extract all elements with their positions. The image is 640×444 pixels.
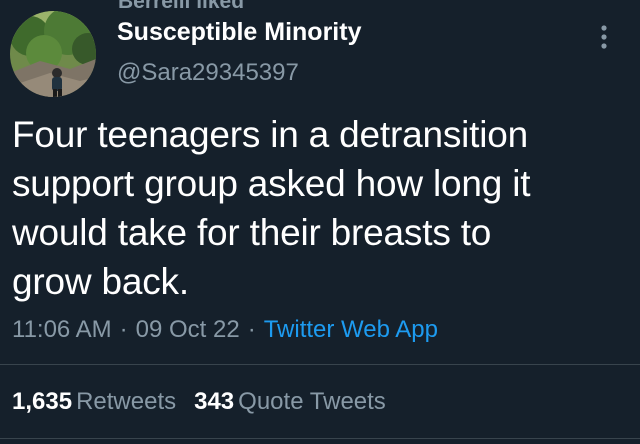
meta-separator: · [247, 316, 256, 343]
avatar[interactable] [10, 11, 96, 97]
tweet-detail-view: Berrelli liked Susceptible Minority @Sar… [0, 0, 640, 444]
retweets-stat[interactable]: 1,635 Retweets [12, 388, 176, 415]
author-handle[interactable]: @Sara29345397 [117, 58, 299, 88]
quote-tweets-label: Quote Tweets [238, 388, 386, 415]
tweet-text-line: support group asked how long it [12, 163, 531, 204]
retweets-count: 1,635 [12, 388, 73, 415]
author-display-name[interactable]: Susceptible Minority [117, 16, 361, 48]
tweet-text-line: Four teenagers in a detransition [12, 114, 529, 155]
divider [0, 364, 640, 365]
tweet-metadata: 11:06 AM · 09 Oct 22 · Twitter Web App [12, 314, 438, 346]
tweet-text-line: grow back. [12, 261, 189, 302]
meta-separator: · [119, 316, 128, 343]
tweet-stats: 1,635 Retweets 343 Quote Tweets [12, 386, 386, 418]
social-context-label: Berrelli liked [118, 0, 245, 13]
tweet-source-link[interactable]: Twitter Web App [264, 316, 438, 343]
tweet-text: Four teenagers in a detransition support… [12, 110, 612, 306]
retweets-label: Retweets [76, 388, 177, 415]
tweet-date[interactable]: 09 Oct 22 [136, 316, 240, 343]
tweet-text-line: would take for their breasts to [12, 212, 492, 253]
tweet-time[interactable]: 11:06 AM [12, 316, 112, 343]
more-vertical-icon[interactable] [592, 20, 616, 54]
divider [0, 438, 640, 439]
avatar-image [10, 11, 96, 97]
quote-tweets-stat[interactable]: 343 Quote Tweets [194, 388, 386, 415]
quote-tweets-count: 343 [194, 388, 235, 415]
